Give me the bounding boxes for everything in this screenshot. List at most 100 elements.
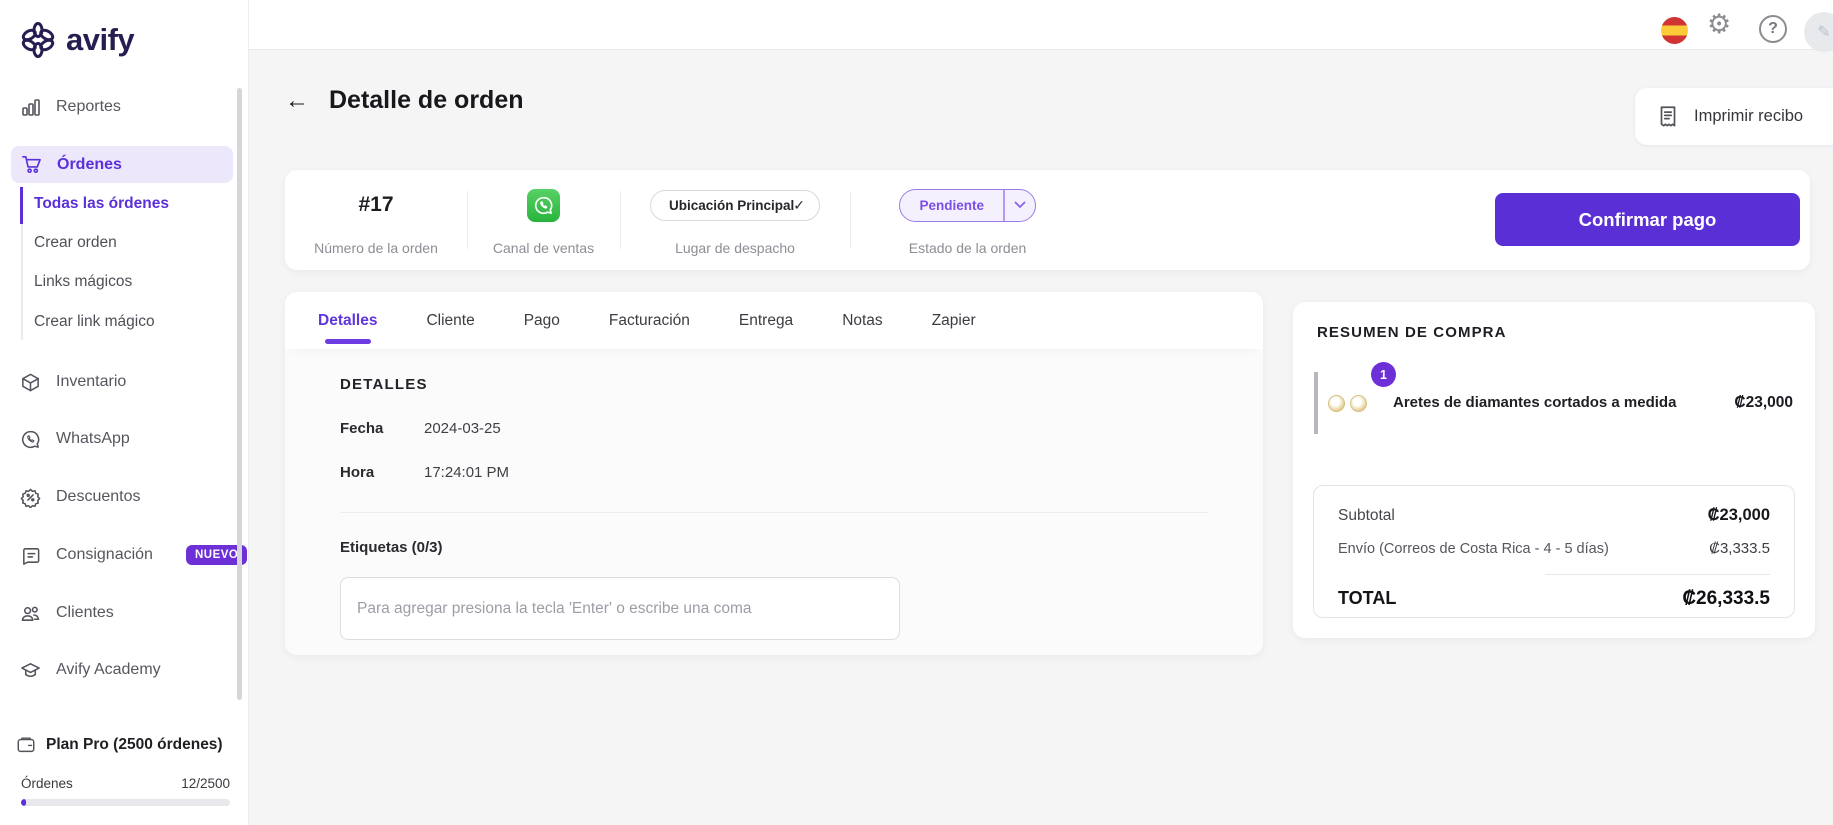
sidebar-item-label: Reportes (56, 98, 121, 116)
order-number: #17 (358, 193, 393, 217)
sidebar-scrollbar[interactable] (237, 88, 242, 700)
language-flag-icon[interactable] (1661, 17, 1688, 44)
plan-usage-label: Órdenes (21, 776, 73, 791)
plan-usage: Órdenes 12/2500 (21, 776, 230, 791)
tab-notas[interactable]: Notas (842, 292, 883, 349)
tab-entrega[interactable]: Entrega (739, 292, 793, 349)
field-value: 2024-03-25 (424, 420, 501, 437)
sidebar-item-crear-link-magico[interactable]: Crear link mágico (34, 308, 155, 336)
subtotal-row: Subtotal ₡23,000 (1338, 506, 1770, 525)
bar-chart-icon (20, 97, 41, 118)
page-header: ← Detalle de orden (285, 86, 524, 115)
confirm-payment-button[interactable]: Confirmar pago (1495, 193, 1800, 246)
chevron-down-icon[interactable] (1005, 190, 1035, 221)
tags-input[interactable] (340, 577, 900, 640)
back-button[interactable]: ← (285, 89, 309, 113)
sidebar-item-descuentos[interactable]: Descuentos (20, 482, 141, 512)
divider (1545, 574, 1770, 575)
order-status-label: Estado de la orden (909, 240, 1027, 256)
plan-usage-value: 12/2500 (181, 776, 230, 791)
details-heading: DETALLES (340, 376, 1263, 393)
sales-channel-block: Canal de ventas (467, 184, 620, 256)
sidebar-item-crear-orden[interactable]: Crear orden (34, 229, 117, 257)
clipboard-icon (20, 545, 41, 566)
order-number-block: #17 Número de la orden (285, 184, 467, 256)
dispatch-location-block: Ubicación Principal✓ Lugar de despacho (620, 184, 850, 256)
sidebar-item-ordenes[interactable]: Órdenes (11, 146, 233, 183)
dispatch-location-label: Lugar de despacho (675, 240, 795, 256)
avify-logo[interactable]: avify (18, 20, 134, 60)
wallet-icon (16, 735, 36, 755)
sidebar-item-label: Descuentos (56, 488, 141, 506)
graduation-cap-icon (20, 660, 41, 681)
location-value: Ubicación Principal (669, 198, 794, 213)
sidebar-item-reportes[interactable]: Reportes (20, 92, 121, 122)
sidebar-item-avify-academy[interactable]: Avify Academy (20, 655, 161, 685)
sidebar-item-links-magicos[interactable]: Links mágicos (34, 268, 132, 296)
sidebar-item-label: Inventario (56, 373, 126, 391)
item-name: Aretes de diamantes cortados a medida (1393, 394, 1753, 411)
tab-zapier[interactable]: Zapier (932, 292, 976, 349)
order-status-block: Pendiente Estado de la orden (850, 184, 1085, 256)
status-dropdown[interactable]: Pendiente (899, 189, 1035, 222)
item-price: ₡23,000 (1734, 394, 1793, 412)
subtotal-label: Subtotal (1338, 507, 1395, 525)
field-label: Hora (340, 464, 424, 481)
settings-button[interactable]: ⚙ (1707, 11, 1731, 38)
item-quantity-badge: 1 (1371, 362, 1396, 387)
sidebar-item-clientes[interactable]: Clientes (20, 598, 114, 628)
subtotal-value: ₡23,000 (1708, 506, 1770, 525)
location-selector[interactable]: Ubicación Principal✓ (650, 190, 820, 221)
sidebar-item-label: Avify Academy (56, 661, 161, 679)
sidebar-item-label: Clientes (56, 604, 114, 622)
sidebar-item-todas-las-ordenes[interactable]: Todas las órdenes (34, 190, 169, 218)
shipping-value: ₡3,333.5 (1709, 540, 1770, 557)
field-fecha: Fecha 2024-03-25 (340, 420, 1263, 437)
tab-cliente[interactable]: Cliente (426, 292, 474, 349)
status-value: Pendiente (900, 190, 1003, 221)
shipping-row: Envío (Correos de Costa Rica - 4 - 5 día… (1338, 540, 1770, 557)
sidebar-item-label: WhatsApp (56, 430, 130, 448)
details-panel: DETALLES Fecha 2024-03-25 Hora 17:24:01 … (285, 349, 1263, 640)
shipping-label: Envío (Correos de Costa Rica - 4 - 5 día… (1338, 541, 1609, 557)
tab-detalles[interactable]: Detalles (318, 292, 377, 349)
field-hora: Hora 17:24:01 PM (340, 464, 1263, 481)
active-tab-underline (325, 339, 371, 344)
help-button[interactable]: ? (1759, 15, 1787, 43)
cube-icon (20, 372, 41, 393)
avatar-glyph-icon: ✎ (1817, 22, 1830, 42)
order-number-label: Número de la orden (314, 240, 438, 256)
print-receipt-button[interactable]: Imprimir recibo (1635, 88, 1833, 145)
plan-info: Plan Pro (2500 órdenes) (16, 735, 223, 755)
avify-logo-icon (18, 20, 58, 60)
divider (340, 512, 1208, 513)
order-detail-card: Detalles Cliente Pago Facturación Entreg… (285, 292, 1263, 655)
cart-icon (21, 154, 42, 175)
sidebar-item-consignacion[interactable]: Consignación NUEVO (20, 540, 247, 570)
earring-stud-icon (1328, 395, 1345, 412)
total-value: ₡26,333.5 (1682, 588, 1770, 610)
earring-stud-icon (1350, 395, 1367, 412)
sidebar-item-inventario[interactable]: Inventario (20, 367, 126, 397)
submenu-active-indicator (20, 187, 23, 224)
tab-bar: Detalles Cliente Pago Facturación Entreg… (285, 292, 1263, 349)
purchase-summary-heading: RESUMEN DE COMPRA (1317, 324, 1507, 341)
question-icon: ? (1768, 20, 1778, 38)
total-label: TOTAL (1338, 588, 1396, 609)
purchase-summary-card: RESUMEN DE COMPRA 1 Aretes de diamantes … (1293, 302, 1815, 638)
tags-label: Etiquetas (0/3) (340, 539, 1263, 556)
plan-label: Plan Pro (2500 órdenes) (46, 736, 223, 754)
order-info-card: #17 Número de la orden Canal de ventas U… (285, 170, 1810, 270)
totals-box: Subtotal ₡23,000 Envío (Correos de Costa… (1313, 485, 1795, 618)
sidebar-item-label: Consignación (56, 546, 153, 564)
plan-progress-bar (21, 799, 230, 806)
gear-icon: ⚙ (1707, 9, 1731, 39)
field-value: 17:24:01 PM (424, 464, 509, 481)
product-image (1328, 388, 1374, 418)
tab-pago[interactable]: Pago (524, 292, 560, 349)
whatsapp-channel-icon (527, 189, 560, 222)
tab-facturacion[interactable]: Facturación (609, 292, 690, 349)
sidebar-item-whatsapp[interactable]: WhatsApp (20, 424, 130, 454)
page-title: Detalle de orden (329, 86, 524, 115)
discount-icon (20, 487, 41, 508)
